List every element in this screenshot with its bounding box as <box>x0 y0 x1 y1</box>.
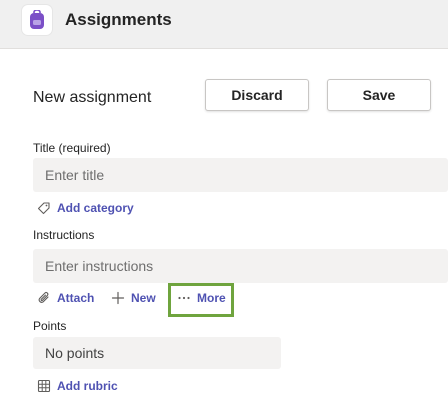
discard-button[interactable]: Discard <box>205 79 309 111</box>
backpack-icon[interactable] <box>22 5 52 35</box>
points-field[interactable]: No points <box>33 337 281 369</box>
grid-icon <box>37 379 57 393</box>
add-rubric-label: Add rubric <box>57 379 118 393</box>
app-header: Assignments <box>0 0 448 49</box>
new-label: New <box>131 291 156 305</box>
title-label: Title (required) <box>33 141 111 155</box>
instructions-input[interactable] <box>33 249 448 283</box>
save-button[interactable]: Save <box>327 79 431 111</box>
instructions-label: Instructions <box>33 228 95 242</box>
plus-icon <box>111 291 131 305</box>
title-input[interactable] <box>33 158 448 192</box>
add-rubric-link[interactable]: Add rubric <box>37 379 118 393</box>
new-button[interactable]: New <box>111 291 156 305</box>
attach-button[interactable]: Attach <box>37 291 94 305</box>
highlight-box <box>168 283 234 317</box>
app-title: Assignments <box>65 10 172 29</box>
add-category-link[interactable]: Add category <box>37 201 134 215</box>
add-category-label: Add category <box>57 201 134 215</box>
tag-icon <box>37 201 57 215</box>
page-title: New assignment <box>33 89 152 106</box>
points-label: Points <box>33 319 67 333</box>
paperclip-icon <box>37 291 57 305</box>
attach-label: Attach <box>57 291 95 305</box>
